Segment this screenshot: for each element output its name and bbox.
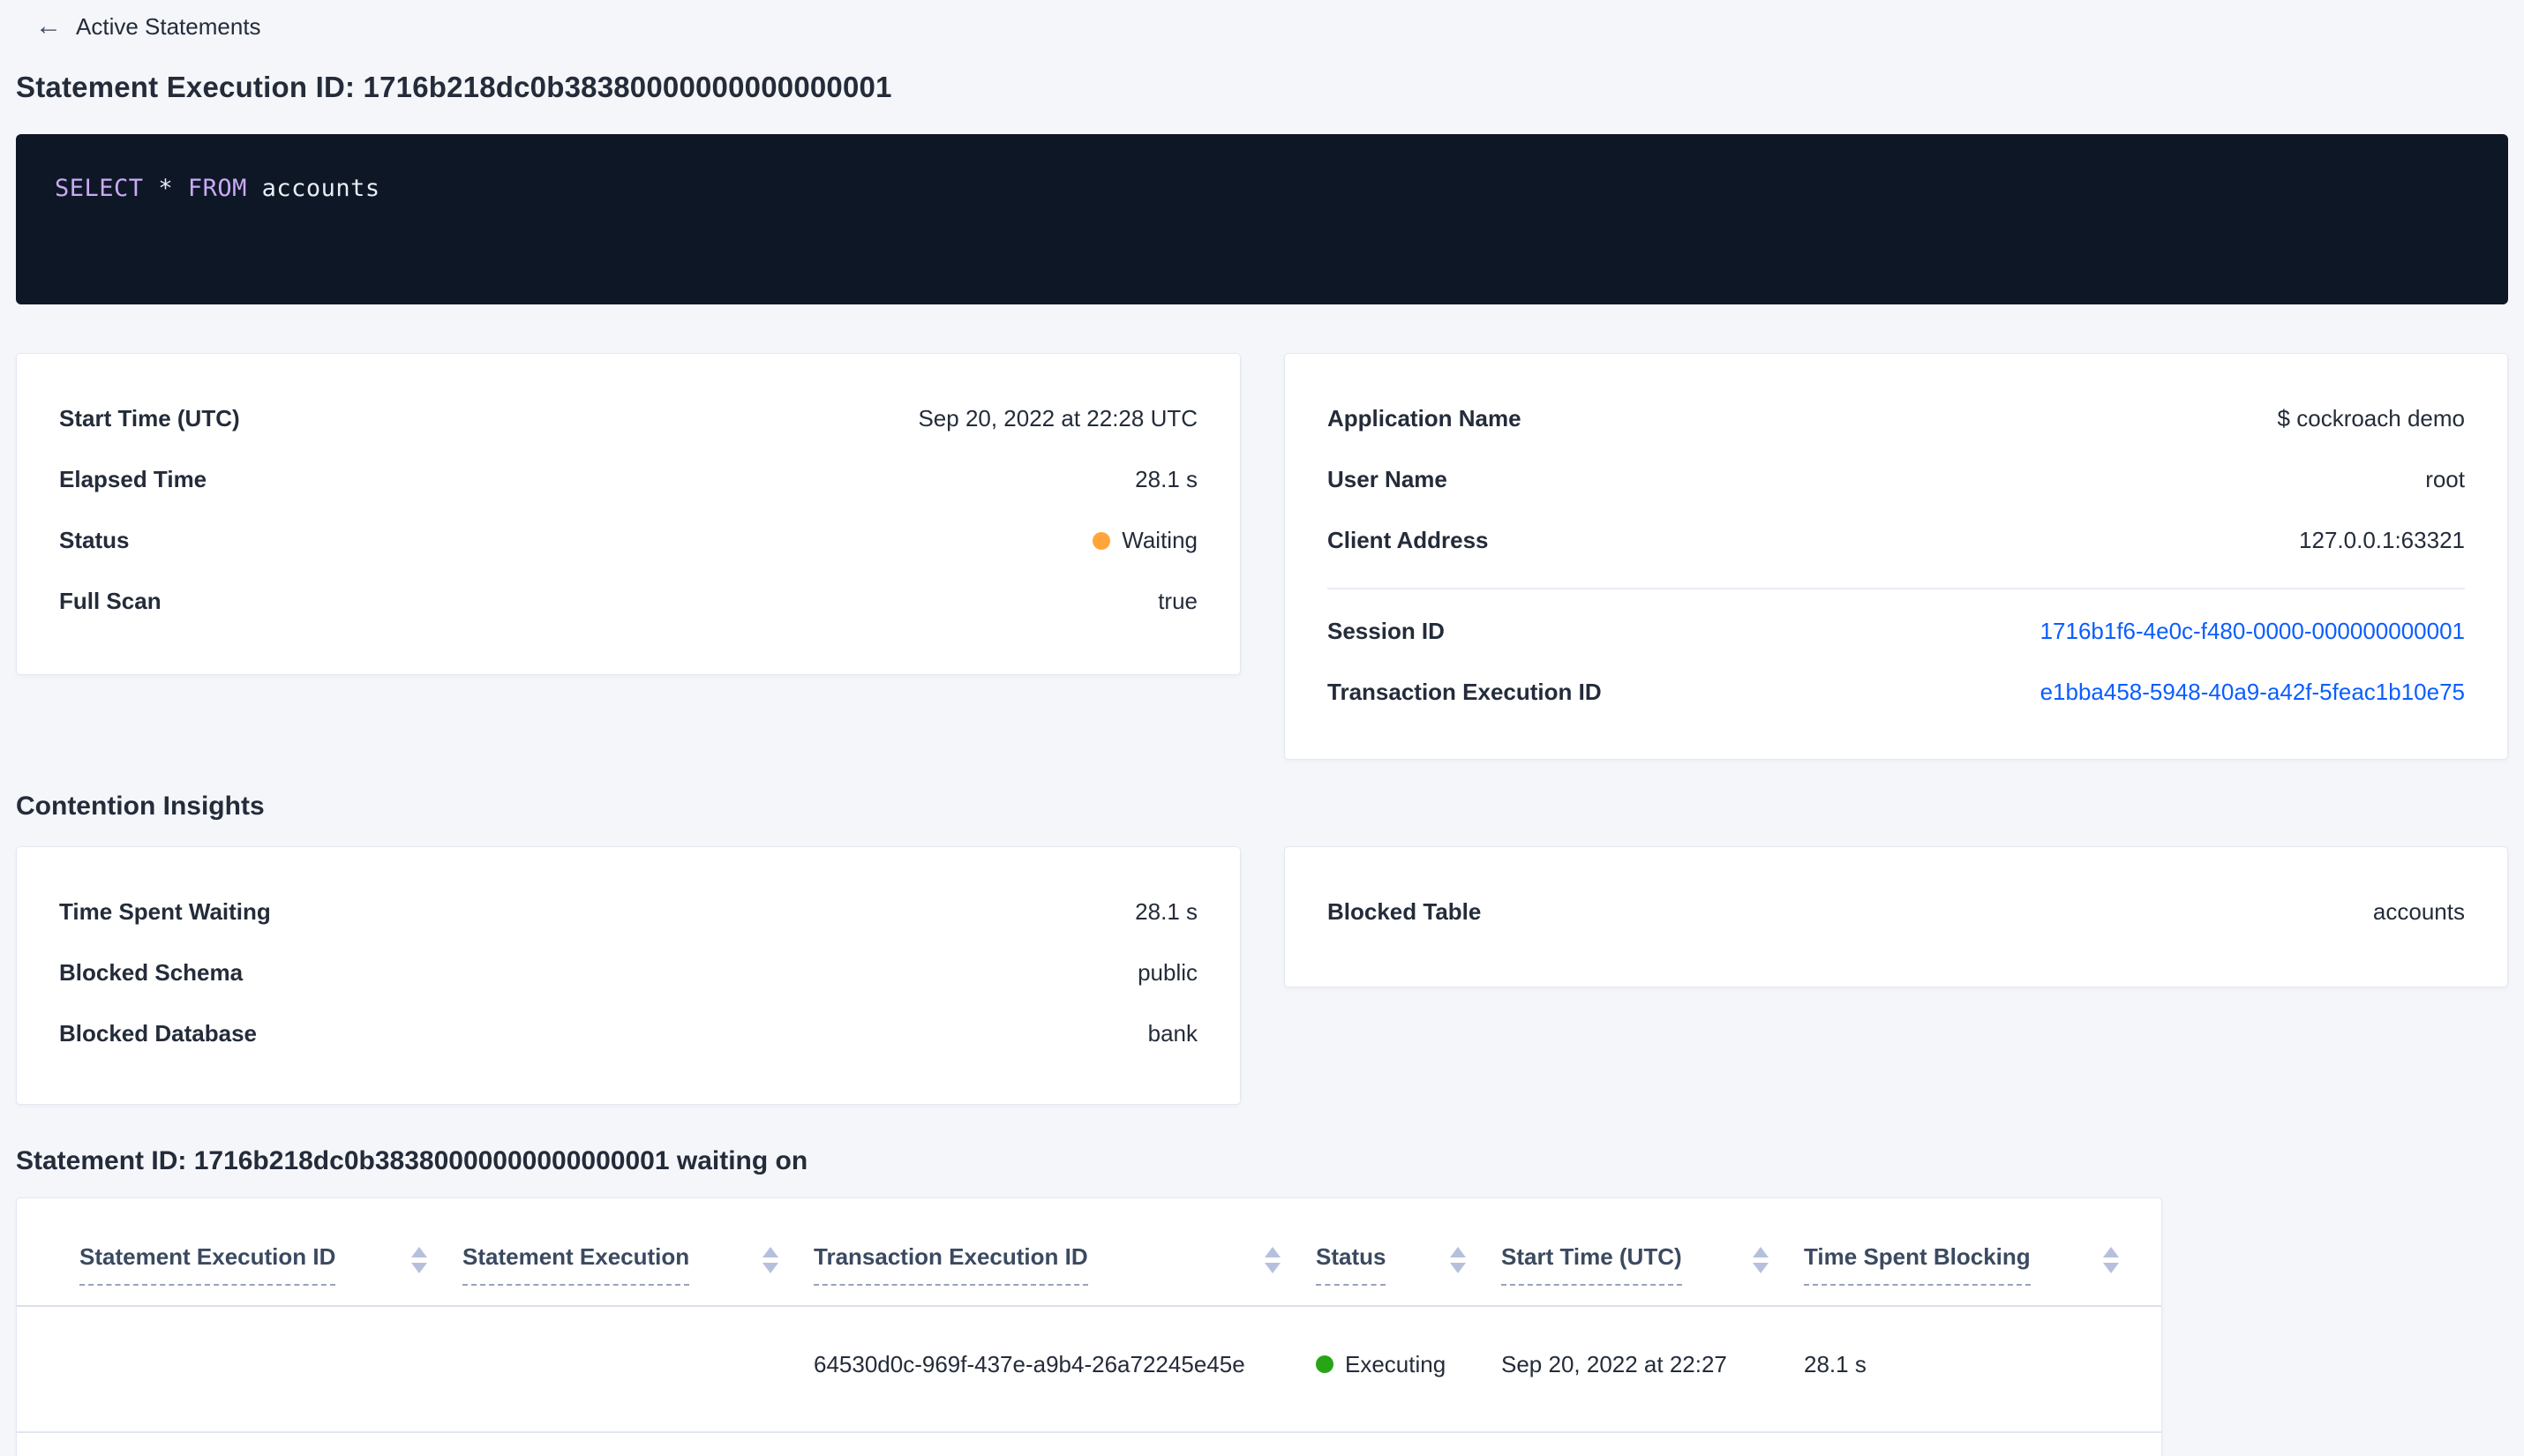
table-row: 64530d0c-969f-437e-a9b4-26a72245e45e Exe…: [17, 1307, 2161, 1433]
status-value: Waiting: [1093, 527, 1198, 554]
status-label: Status: [59, 527, 130, 553]
column-header-transaction-execution-id[interactable]: Transaction Execution ID: [814, 1242, 1316, 1286]
client-address-value: 127.0.0.1:63321: [2299, 527, 2465, 553]
status-row: Status Waiting: [59, 527, 1198, 554]
sort-arrows-icon[interactable]: [411, 1247, 427, 1273]
blocked-schema-label: Blocked Schema: [59, 959, 244, 986]
sort-arrows-icon[interactable]: [2103, 1247, 2119, 1273]
client-address-row: Client Address 127.0.0.1:63321: [1327, 527, 2465, 554]
application-name-value: $ cockroach demo: [2277, 405, 2465, 432]
column-header-label: Status: [1316, 1242, 1386, 1286]
application-name-label: Application Name: [1327, 405, 1521, 432]
blocked-table-value: accounts: [2372, 898, 2465, 925]
column-header-status[interactable]: Status: [1316, 1242, 1501, 1286]
full-scan-label: Full Scan: [59, 588, 162, 614]
blocked-table-card: Blocked Table accounts: [1284, 846, 2508, 987]
page-title: Statement Execution ID: 1716b218dc0b3838…: [16, 71, 892, 103]
waiting-on-table: Statement Execution ID Statement Executi…: [16, 1197, 2162, 1456]
cell-time-spent-blocking: 28.1 s: [1804, 1350, 1867, 1377]
column-header-label: Time Spent Blocking: [1804, 1242, 2031, 1286]
cell-status: Executing: [1316, 1351, 1501, 1378]
start-time-row: Start Time (UTC) Sep 20, 2022 at 22:28 U…: [59, 405, 1198, 432]
sort-arrows-icon[interactable]: [762, 1247, 778, 1273]
column-header-label: Transaction Execution ID: [814, 1242, 1088, 1286]
start-time-value: Sep 20, 2022 at 22:28 UTC: [918, 405, 1198, 432]
session-id-label: Session ID: [1327, 618, 1445, 644]
status-waiting-dot-icon: [1093, 531, 1111, 550]
sort-arrows-icon[interactable]: [1265, 1247, 1281, 1273]
sql-keyword-from: FROM: [187, 175, 247, 202]
column-header-time-spent-blocking[interactable]: Time Spent Blocking: [1804, 1242, 2119, 1286]
transaction-execution-id-label: Transaction Execution ID: [1327, 679, 1602, 705]
contention-cards-row: Time Spent Waiting 28.1 s Blocked Schema…: [16, 846, 2508, 1105]
back-arrow-icon: ←: [35, 11, 62, 41]
session-id-link[interactable]: 1716b1f6-4e0c-f480-0000-000000000001: [2040, 618, 2465, 645]
sort-arrows-icon[interactable]: [1450, 1247, 1466, 1273]
cell-transaction-execution-id: 64530d0c-969f-437e-a9b4-26a72245e45e: [814, 1350, 1245, 1377]
sql-statement-box: SELECT * FROM accounts: [16, 134, 2508, 304]
column-header-statement-execution-id[interactable]: Statement Execution ID: [79, 1242, 462, 1286]
client-address-label: Client Address: [1327, 527, 1489, 553]
sql-statement-text: SELECT * FROM accounts: [55, 175, 380, 202]
column-header-label: Statement Execution: [462, 1242, 690, 1286]
elapsed-time-value: 28.1 s: [1135, 466, 1198, 492]
user-name-label: User Name: [1327, 466, 1447, 492]
blocked-database-label: Blocked Database: [59, 1020, 257, 1047]
sql-table-name: accounts: [261, 175, 380, 202]
sort-arrows-icon[interactable]: [1753, 1247, 1769, 1273]
start-time-label: Start Time (UTC): [59, 405, 240, 432]
breadcrumb-label: Active Statements: [76, 12, 261, 40]
transaction-execution-id-row: Transaction Execution ID e1bba458-5948-4…: [1327, 679, 2465, 706]
overview-cards-row: Start Time (UTC) Sep 20, 2022 at 22:28 U…: [16, 353, 2508, 760]
cell-statement-execution: [462, 1351, 814, 1378]
statement-execution-page: ← Active Statements Statement Execution …: [0, 0, 2524, 1456]
full-scan-row: Full Scan true: [59, 588, 1198, 615]
time-spent-waiting-label: Time Spent Waiting: [59, 898, 271, 925]
status-executing-dot-icon: [1316, 1355, 1333, 1373]
blocked-table-row: Blocked Table accounts: [1327, 898, 2465, 926]
cell-statement-execution-id: [79, 1351, 462, 1378]
status-executing-text: Executing: [1345, 1350, 1446, 1377]
cell-start-time: Sep 20, 2022 at 22:27: [1501, 1350, 1727, 1377]
sql-keyword-select: SELECT: [55, 175, 144, 202]
execution-overview-card: Start Time (UTC) Sep 20, 2022 at 22:28 U…: [16, 353, 1241, 675]
blocked-schema-value: public: [1138, 959, 1198, 986]
blocked-database-value: bank: [1147, 1020, 1198, 1047]
column-header-start-time[interactable]: Start Time (UTC): [1501, 1242, 1804, 1286]
session-id-row: Session ID 1716b1f6-4e0c-f480-0000-00000…: [1327, 618, 2465, 645]
column-header-label: Statement Execution ID: [79, 1242, 336, 1286]
column-header-label: Start Time (UTC): [1501, 1242, 1682, 1286]
time-spent-waiting-value: 28.1 s: [1135, 898, 1198, 925]
session-overview-card: Application Name $ cockroach demo User N…: [1284, 353, 2508, 760]
user-name-value: root: [2425, 466, 2465, 492]
status-waiting-text: Waiting: [1122, 527, 1198, 553]
status-executing-wrap: Executing: [1316, 1351, 1446, 1378]
transaction-execution-id-link[interactable]: e1bba458-5948-40a9-a42f-5feac1b10e75: [2040, 679, 2465, 706]
full-scan-value: true: [1158, 588, 1198, 614]
user-name-row: User Name root: [1327, 466, 2465, 493]
elapsed-time-row: Elapsed Time 28.1 s: [59, 466, 1198, 493]
waiting-table-header-row: Statement Execution ID Statement Executi…: [17, 1198, 2161, 1307]
breadcrumb-back-active-statements[interactable]: ← Active Statements: [35, 7, 2508, 46]
application-name-row: Application Name $ cockroach demo: [1327, 405, 2465, 432]
contention-insights-heading: Contention Insights: [16, 792, 265, 821]
time-spent-waiting-row: Time Spent Waiting 28.1 s: [59, 898, 1198, 926]
blocked-schema-row: Blocked Schema public: [59, 959, 1198, 987]
sql-star: *: [158, 175, 174, 202]
elapsed-time-label: Elapsed Time: [59, 466, 207, 492]
card-divider: [1327, 588, 2465, 589]
blocked-table-label: Blocked Table: [1327, 898, 1482, 925]
blocked-database-row: Blocked Database bank: [59, 1020, 1198, 1047]
waiting-on-heading: Statement ID: 1716b218dc0b38380000000000…: [16, 1146, 808, 1175]
contention-details-card: Time Spent Waiting 28.1 s Blocked Schema…: [16, 846, 1241, 1105]
column-header-statement-execution[interactable]: Statement Execution: [462, 1242, 814, 1286]
